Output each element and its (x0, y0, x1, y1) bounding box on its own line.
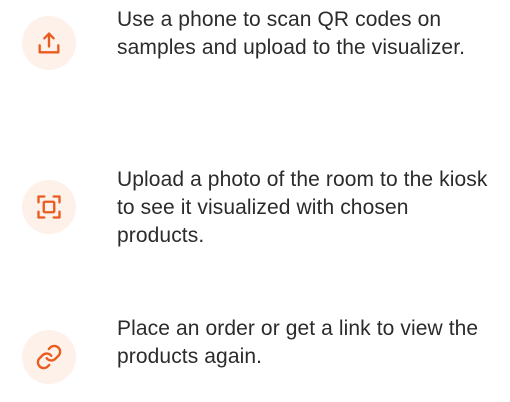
icon-badge (22, 330, 76, 384)
feature-list: Use a phone to scan QR codes on samples … (0, 0, 510, 402)
feature-description: Use a phone to scan QR codes on samples … (117, 8, 466, 59)
link-icon (36, 344, 62, 370)
scan-frame-icon (37, 195, 61, 219)
feature-description: Place an order or get a link to view the… (117, 317, 479, 368)
icon-badge (22, 16, 76, 70)
icon-badge (22, 180, 76, 234)
upload-icon (38, 32, 60, 54)
feature-description: Upload a photo of the room to the kiosk … (117, 168, 488, 247)
